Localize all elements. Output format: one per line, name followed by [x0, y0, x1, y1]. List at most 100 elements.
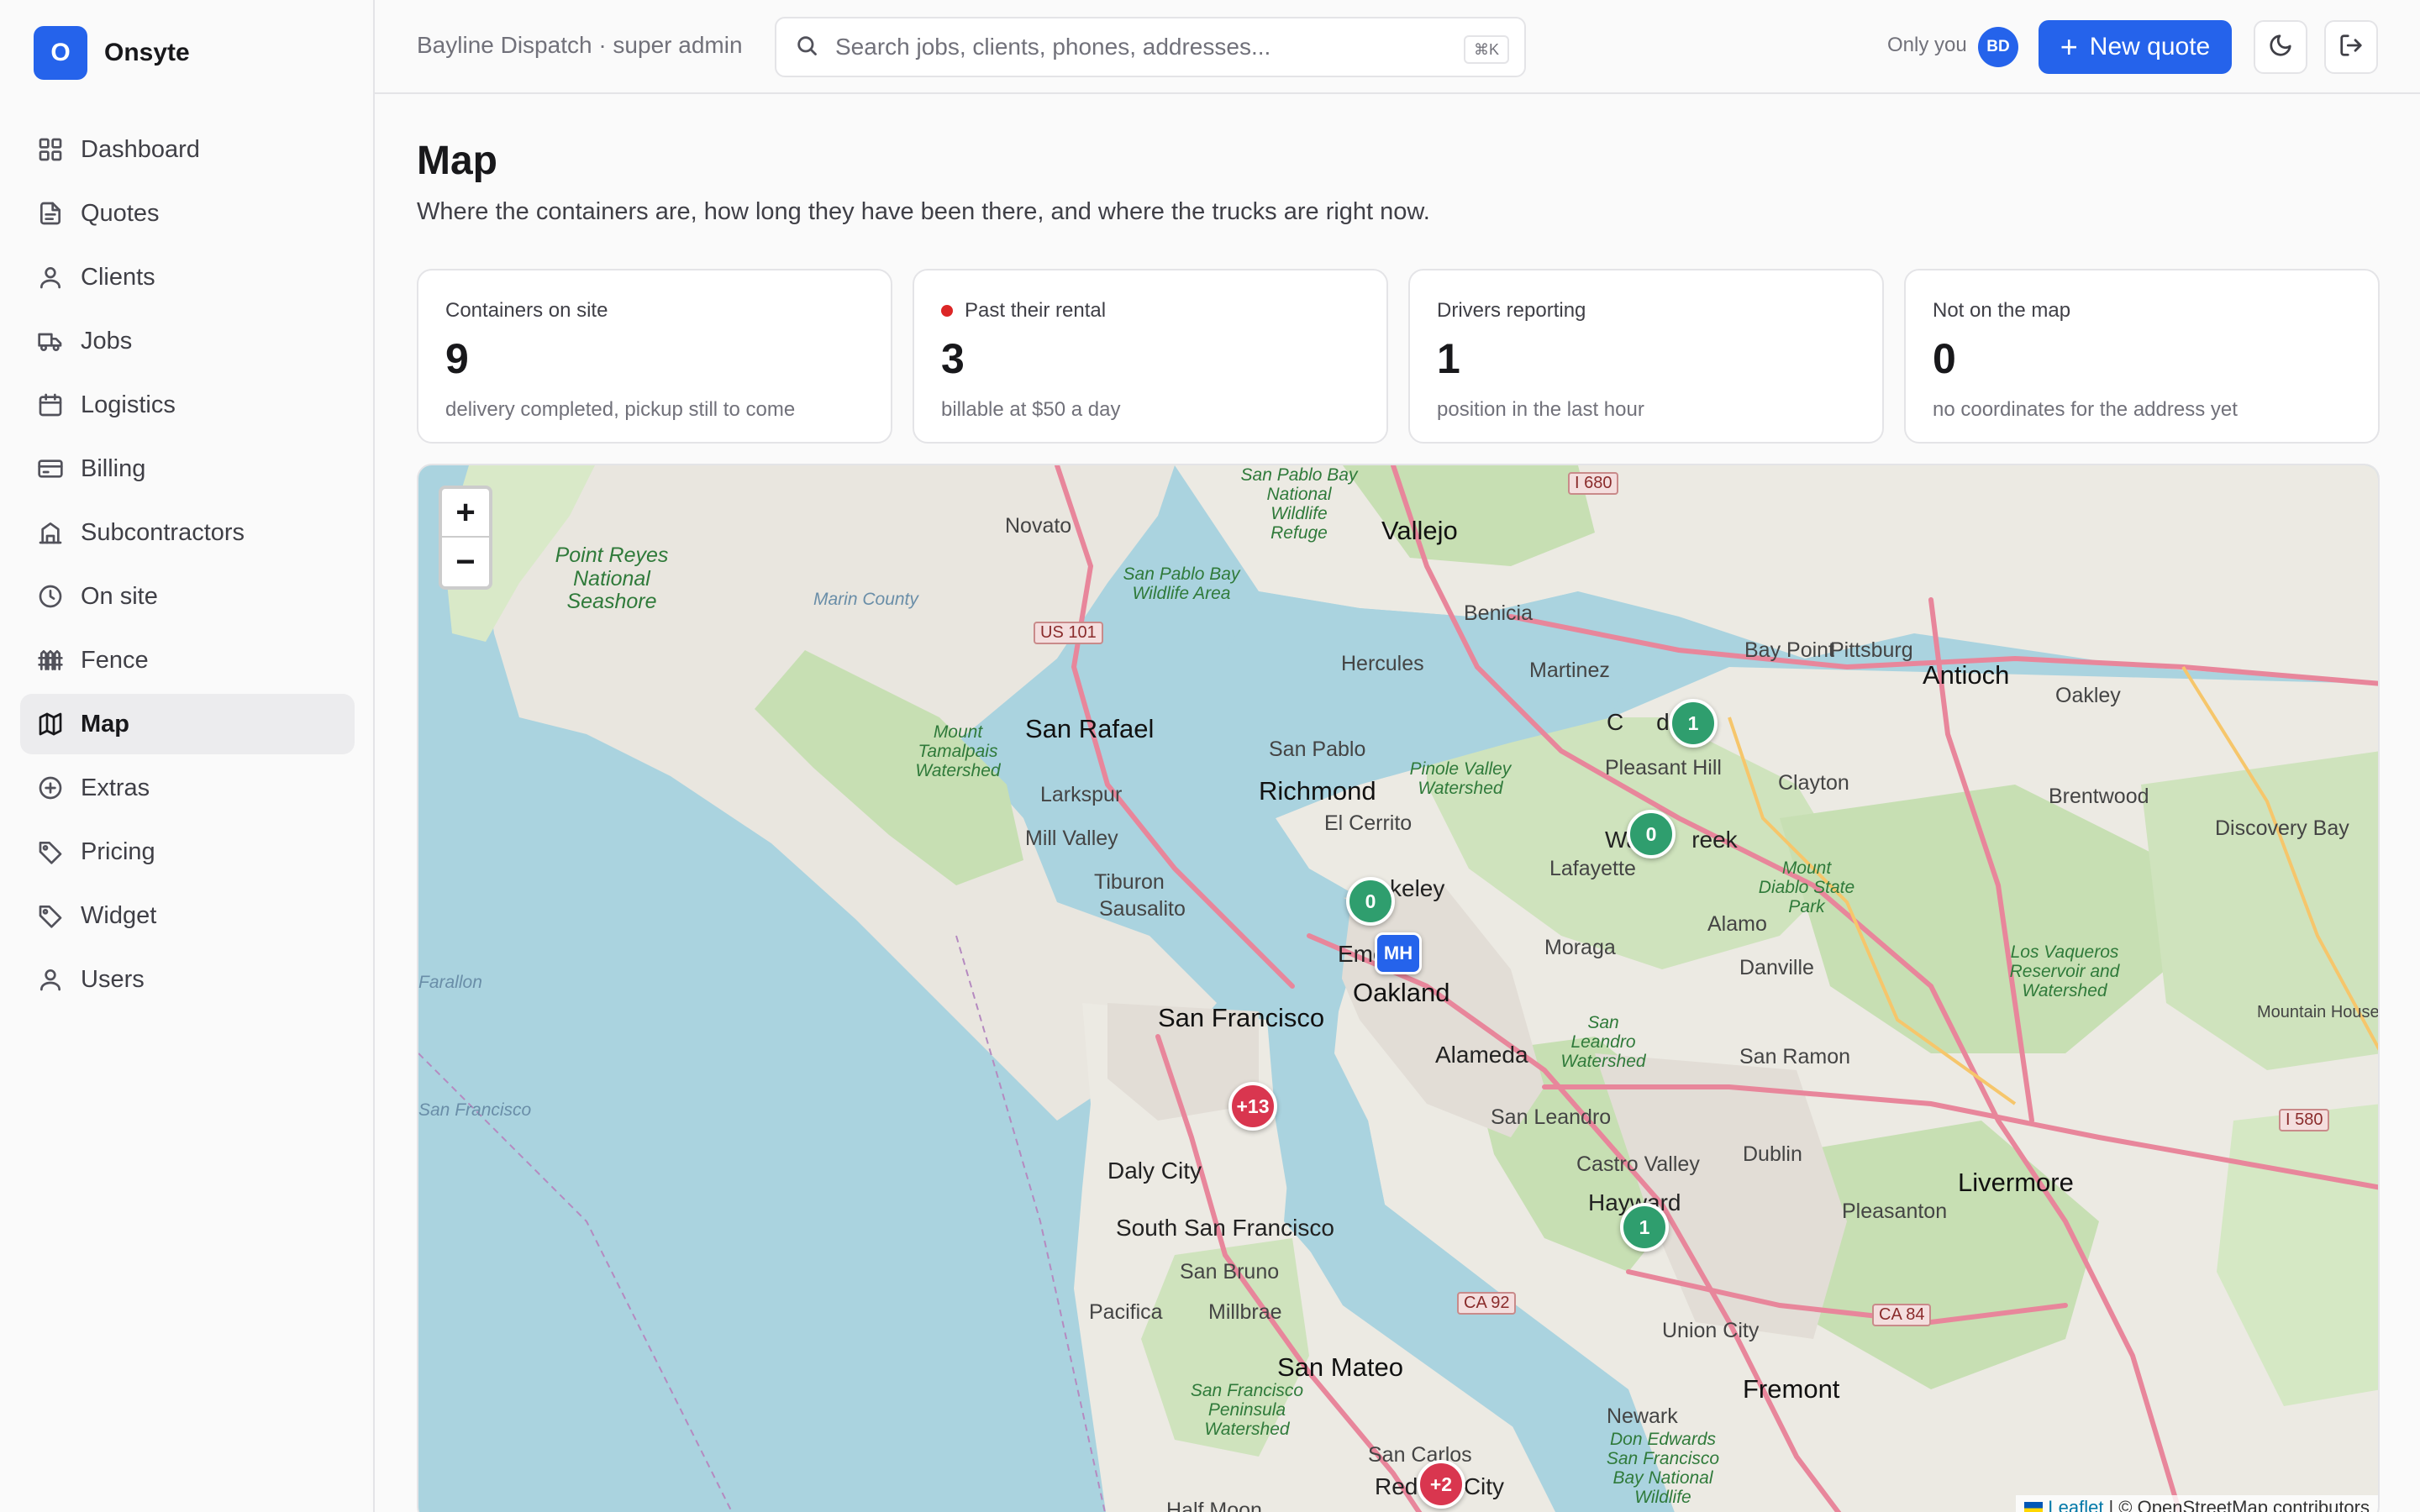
nav-item-map[interactable]: Map [20, 694, 355, 754]
nav-item-label: Logistics [81, 391, 176, 418]
map-label: Benicia [1464, 601, 1533, 625]
nav-item-billing[interactable]: Billing [20, 438, 355, 499]
map-label: Vallejo [1381, 516, 1458, 545]
nav-item-subcontractors[interactable]: Subcontractors [20, 502, 355, 563]
leaflet-link[interactable]: Leaflet [2048, 1497, 2103, 1512]
nav-item-pricing[interactable]: Pricing [20, 822, 355, 882]
clock-icon [37, 583, 64, 610]
map-label: C d [1607, 709, 1670, 735]
nav-item-extras[interactable]: Extras [20, 758, 355, 818]
map-label: San Francisco [418, 1100, 532, 1120]
plus-circle-icon [37, 774, 64, 801]
user-icon [37, 966, 64, 993]
cluster-marker[interactable]: +2 [1417, 1460, 1465, 1509]
global-search[interactable]: ⌘K [775, 17, 1526, 77]
zoom-control: + − [439, 486, 492, 590]
map-label: Brentwood [2049, 785, 2149, 808]
truck-marker[interactable]: MH [1375, 932, 1422, 974]
tag-icon [37, 902, 64, 929]
cluster-marker[interactable]: 0 [1346, 877, 1395, 926]
nav-item-users[interactable]: Users [20, 949, 355, 1010]
map-label: Pittsburg [1830, 638, 1913, 662]
map-label: Mill Valley [1025, 827, 1118, 850]
tag-icon [37, 838, 64, 865]
map-label: Castro Valley [1576, 1152, 1700, 1176]
sidebar: O Onsyte Dashboard Quotes Clients Jobs L… [0, 0, 375, 1512]
nav-item-label: Users [81, 965, 145, 993]
map-label: Tiburon [1094, 870, 1165, 894]
dashboard-icon [37, 136, 64, 163]
map-label: Pleasanton [1842, 1200, 1948, 1223]
osm-attribution[interactable]: | © OpenStreetMap contributors [2108, 1497, 2370, 1512]
nav-item-jobs[interactable]: Jobs [20, 311, 355, 371]
map-label: San Bruno [1180, 1260, 1280, 1284]
map-label: Alameda [1435, 1042, 1528, 1068]
zoom-in-button[interactable]: + [442, 489, 489, 538]
building-icon [37, 519, 64, 546]
theme-toggle-button[interactable] [2254, 20, 2307, 74]
logout-button[interactable] [2324, 20, 2378, 74]
status-dot [941, 305, 953, 317]
stat-note: no coordinates for the address yet [1933, 398, 2238, 421]
map[interactable]: Vallejo Novato Benicia Martinez Hercules… [417, 464, 2380, 1512]
map-label: Bay Point [1744, 638, 1835, 662]
map-attribution: Leaflet | © OpenStreetMap contributors [2016, 1495, 2378, 1512]
map-label: San Carlos [1368, 1443, 1472, 1467]
highway-shield: CA 84 [1872, 1304, 1932, 1326]
map-label: Sausalito [1099, 897, 1186, 921]
user-icon [37, 264, 64, 291]
park-label: San Pablo Bay National Wildlife Refuge [1240, 465, 1358, 543]
cluster-marker[interactable]: 1 [1620, 1203, 1669, 1252]
park-label: San Pablo Bay Wildlife Area [1123, 564, 1240, 604]
page-title: Map [417, 139, 497, 183]
nav-item-widget[interactable]: Widget [20, 885, 355, 946]
map-label: Novato [1005, 514, 1072, 538]
stat-value: 9 [445, 335, 469, 382]
nav-item-dashboard[interactable]: Dashboard [20, 119, 355, 180]
stat-card-not-on-map: Not on the map 0 no coordinates for the … [1904, 269, 2380, 444]
map-label: Martinez [1529, 659, 1610, 682]
document-icon [37, 200, 64, 227]
map-label: Newark [1607, 1404, 1678, 1428]
map-label: Hercules [1341, 652, 1424, 675]
cluster-marker[interactable]: +13 [1228, 1082, 1277, 1131]
map-label: San Francisco [1158, 1003, 1325, 1032]
map-label: San Leandro [1491, 1105, 1612, 1129]
stat-label: Drivers reporting [1437, 299, 1586, 322]
zoom-out-button[interactable]: − [442, 538, 489, 586]
nav-item-label: Map [81, 710, 129, 738]
search-input[interactable] [835, 34, 1440, 60]
credit-card-icon [37, 455, 64, 482]
nav-item-fence[interactable]: Fence [20, 630, 355, 690]
nav-item-clients[interactable]: Clients [20, 247, 355, 307]
map-label: Dublin [1743, 1142, 1802, 1166]
brand-name: Onsyte [104, 39, 190, 66]
stat-label: Not on the map [1933, 299, 2071, 322]
moon-icon [2268, 33, 2293, 62]
map-label: Clayton [1778, 771, 1849, 795]
new-quote-label: New quote [2089, 33, 2211, 60]
cluster-marker[interactable]: 0 [1627, 810, 1676, 858]
map-label: El Cerrito [1324, 811, 1413, 835]
map-label: Richmond [1259, 776, 1376, 806]
nav-item-label: Clients [81, 263, 155, 291]
map-label: Fremont [1743, 1374, 1840, 1404]
map-label: Discovery Bay [2215, 816, 2349, 840]
nav-item-label: Widget [81, 901, 157, 929]
map-label: Lafayette [1549, 857, 1636, 880]
nav-item-label: Pricing [81, 837, 155, 865]
nav-item-on-site[interactable]: On site [20, 566, 355, 627]
new-quote-button[interactable]: + New quote [2039, 20, 2232, 74]
avatar[interactable]: BD [1978, 27, 2018, 67]
map-label: Pacifica [1089, 1300, 1163, 1324]
park-label: Mount Tamalpais Watershed [915, 722, 1001, 781]
visibility-label: Only you [1887, 34, 1967, 56]
map-label: Antioch [1923, 660, 2010, 690]
cluster-marker[interactable]: 1 [1669, 699, 1718, 748]
page-subtitle: Where the containers are, how long they … [417, 198, 1430, 225]
brand-logo: O [34, 26, 87, 80]
nav-item-quotes[interactable]: Quotes [20, 183, 355, 244]
brand[interactable]: O Onsyte [34, 25, 190, 81]
nav-item-logistics[interactable]: Logistics [20, 375, 355, 435]
nav-item-label: Billing [81, 454, 146, 482]
